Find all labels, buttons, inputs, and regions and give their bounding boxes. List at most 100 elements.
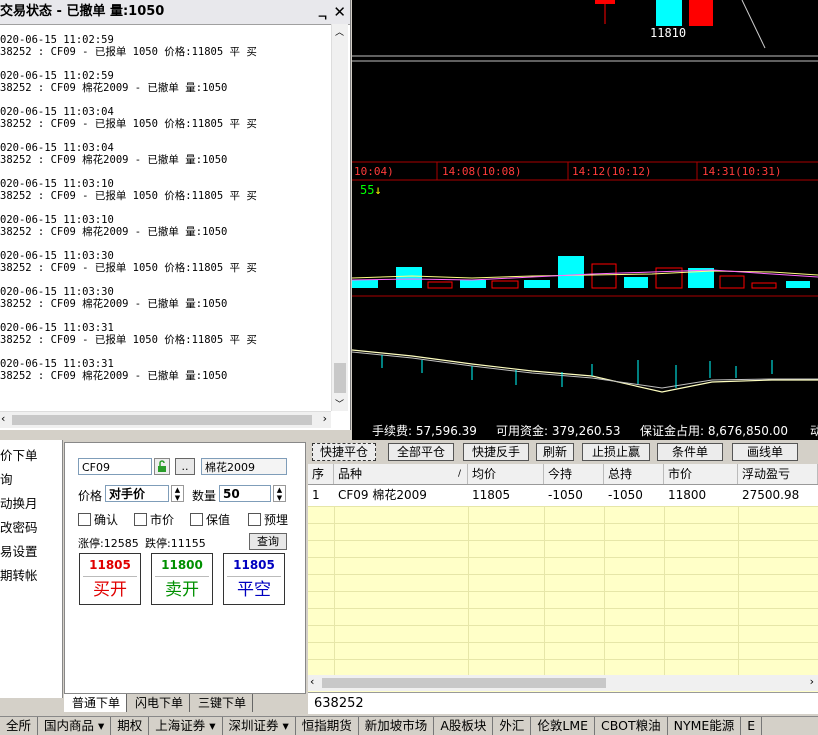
lock-icon[interactable]	[154, 458, 170, 475]
grid-line	[308, 608, 818, 609]
close-all-button[interactable]: 全部平仓	[388, 443, 454, 461]
market-price-checkbox[interactable]	[134, 513, 147, 526]
col-header-today-pos[interactable]: 今持	[544, 464, 604, 484]
candle-3	[689, 0, 713, 26]
refresh-button[interactable]: 刷新	[536, 443, 574, 461]
margin-text: 保证金占用: 8,676,850.00	[640, 424, 789, 438]
log-entry-time: 020-06-15 11:03:10	[0, 214, 114, 226]
buy-open-button[interactable]: 11805 买开	[79, 553, 141, 605]
close-short-button[interactable]: 11805 平空	[223, 553, 285, 605]
query-button[interactable]: 查询	[249, 533, 287, 550]
col-header-index[interactable]: 序	[308, 464, 334, 484]
qty-input[interactable]: 50	[219, 485, 271, 502]
scroll-right-icon[interactable]: ›	[810, 675, 814, 688]
conditional-order-button[interactable]: 条件单	[657, 443, 723, 461]
trade-status-title: 交易状态 - 已撤单 量:1050	[0, 4, 165, 19]
order-form-tabs: 普通下单 闪电下单 三键下单	[64, 694, 306, 712]
log-entry-time: 020-06-15 11:03:04	[0, 142, 114, 154]
sell-open-button[interactable]: 11800 卖开	[151, 553, 213, 605]
tab-three-key-order[interactable]: 三键下单	[190, 694, 254, 712]
pin-icon[interactable]: ᆨ	[317, 2, 328, 26]
col-header-avg-price[interactable]: 均价	[468, 464, 544, 484]
trade-status-panel: 交易状态 - 已撤单 量:1050 ᆨ ✕ 020-06-15 11:02:59…	[0, 0, 351, 430]
market-tab[interactable]: 国内商品 ▾	[38, 717, 112, 735]
log-entry: 020-06-15 11:03:10 38252 : CF09 棉花2009 - …	[0, 214, 330, 250]
account-id[interactable]: 638252	[314, 696, 364, 711]
scroll-down-icon[interactable]: ﹀	[335, 397, 344, 410]
close-icon[interactable]: ✕	[333, 0, 346, 24]
vertical-scrollbar[interactable]: ︿ ﹀	[331, 24, 348, 411]
market-tab[interactable]: 新加坡市场	[359, 717, 435, 735]
market-tab[interactable]: 恒指期货	[296, 717, 359, 735]
hedge-checkbox[interactable]	[190, 513, 203, 526]
market-tab[interactable]: E	[741, 717, 763, 735]
tab-flash-order[interactable]: 闪电下单	[127, 694, 191, 712]
col-header-market-price[interactable]: 市价	[664, 464, 738, 484]
menu-item-rollover[interactable]: 动换月	[0, 492, 62, 516]
menu-item-order[interactable]: 价下单	[0, 444, 62, 468]
scroll-up-icon[interactable]: ︿	[335, 25, 344, 38]
market-tab[interactable]: 外汇	[493, 717, 532, 735]
market-tab[interactable]: 伦敦LME	[531, 717, 596, 735]
scroll-thumb[interactable]	[334, 363, 346, 393]
menu-item-settings[interactable]: 易设置	[0, 540, 62, 564]
cell-contract: CF09 棉花2009	[338, 488, 427, 502]
price-trend-line	[741, 0, 766, 49]
volume-bar	[719, 275, 745, 289]
scroll-thumb[interactable]	[322, 678, 606, 688]
col-header-contract[interactable]: 品种	[334, 464, 468, 484]
arrow-down-icon: ↓	[374, 183, 382, 197]
log-entry: 020-06-15 11:03:30 38252 : CF09 棉花2009 - …	[0, 286, 330, 322]
volume-bar	[524, 280, 550, 288]
market-tab[interactable]: 上海证券 ▾	[149, 717, 223, 735]
stop-loss-button[interactable]: 止损止赢	[582, 443, 650, 461]
tab-normal-order[interactable]: 普通下单	[64, 694, 128, 712]
grid-line	[308, 659, 818, 660]
col-header-floating-pnl[interactable]: 浮动盈亏	[738, 464, 818, 484]
log-entry: 020-06-15 11:02:59 38252 : CF09 - 已报单 105…	[0, 34, 330, 70]
scroll-left-icon[interactable]: ‹	[310, 675, 314, 688]
trade-status-titlebar[interactable]: 交易状态 - 已撤单 量:1050 ᆨ ✕	[0, 0, 350, 25]
candle-2	[656, 0, 682, 26]
preset-checkbox[interactable]	[248, 513, 261, 526]
scroll-thumb[interactable]	[12, 415, 312, 425]
limit-down-text: 跌停:11155	[145, 537, 206, 550]
market-tab[interactable]: 期权	[111, 717, 150, 735]
menu-item-password[interactable]: 改密码	[0, 516, 62, 540]
horizontal-scrollbar[interactable]: ‹ ›	[0, 411, 331, 428]
time-label: 14:31(10:31)	[702, 165, 782, 178]
log-entry-time: 020-06-15 11:03:30	[0, 250, 114, 262]
log-entry-message: 38252 : CF09 - 已报单 1050 价格:11805 平 买	[0, 46, 257, 58]
menu-item-transfer[interactable]: 期转帐	[0, 564, 62, 588]
buy-open-price: 11805	[83, 554, 137, 577]
market-tab[interactable]: A股板块	[434, 717, 494, 735]
log-entry: 020-06-15 11:03:31 38252 : CF09 - 已报单 105…	[0, 322, 330, 358]
col-header-total-pos[interactable]: 总持	[604, 464, 664, 484]
quick-close-button[interactable]: 快捷平仓	[312, 443, 376, 461]
qty-spinner[interactable]: ▲ ▼	[273, 485, 286, 502]
draw-line-order-button[interactable]: 画线单	[732, 443, 798, 461]
chart-area[interactable]: 11810 10:04) 14:08(10:08) 14:12(10:12) 1…	[352, 0, 818, 422]
trade-status-log: 020-06-15 11:02:59 38252 : CF09 - 已报单 105…	[0, 34, 330, 394]
menu-item-query[interactable]: 询	[0, 468, 62, 492]
scroll-right-icon[interactable]: ›	[323, 412, 327, 425]
log-entry-message: 38252 : CF09 棉花2009 - 已撤单 量:1050	[0, 370, 228, 382]
scroll-left-icon[interactable]: ‹	[1, 412, 5, 425]
price-input[interactable]: 对手价	[105, 485, 169, 502]
grid-column-line	[334, 506, 335, 676]
market-tab[interactable]: CBOT粮油	[595, 717, 668, 735]
volume-bar	[427, 281, 453, 289]
contract-code-input[interactable]: CF09	[78, 458, 152, 475]
market-tab[interactable]: 全所	[0, 717, 39, 735]
confirm-checkbox[interactable]	[78, 513, 91, 526]
table-row[interactable]: 1 CF09 棉花2009 11805 -1050 -1050 11800 27…	[308, 485, 818, 506]
browse-button[interactable]: ..	[175, 458, 195, 475]
market-tab[interactable]: 深圳证券 ▾	[223, 717, 296, 735]
fee-text: 手续费: 57,596.39	[372, 424, 477, 438]
market-tab[interactable]: NYME能源	[668, 717, 742, 735]
table-horizontal-scrollbar[interactable]: ‹ ›	[308, 675, 818, 691]
log-entry: 020-06-15 11:03:04 38252 : CF09 棉花2009 - …	[0, 142, 330, 178]
grid-column-line	[468, 506, 469, 676]
quick-reverse-button[interactable]: 快捷反手	[463, 443, 529, 461]
price-spinner[interactable]: ▲ ▼	[171, 485, 184, 502]
